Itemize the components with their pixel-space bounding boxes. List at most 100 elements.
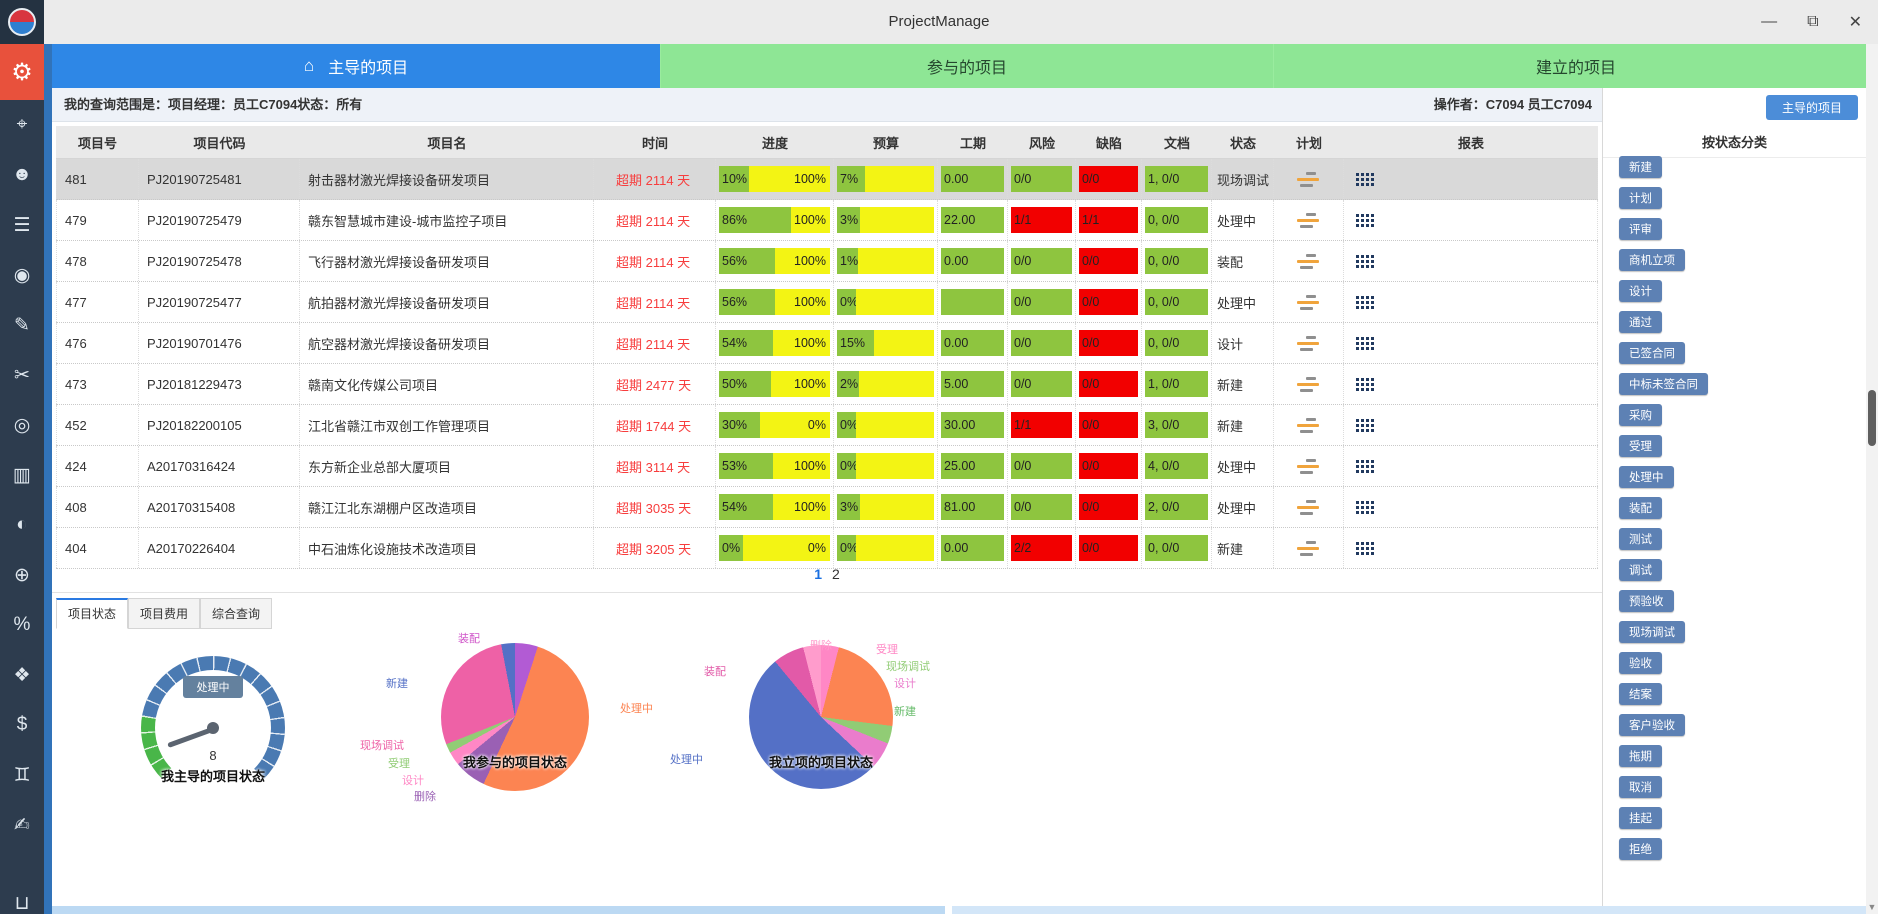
table-row[interactable]: 481PJ20190725481射击器材激光焊接设备研发项目超期 2114 天1…	[56, 159, 1598, 200]
users-icon[interactable]: ♊	[0, 750, 44, 800]
bottom-tab-2[interactable]: 综合查询	[200, 598, 272, 629]
status-filter-button[interactable]: 设计	[1619, 280, 1662, 302]
status-filter-button[interactable]: 拖期	[1619, 745, 1662, 767]
table-row[interactable]: 452PJ20182200105江北省赣江市双创工作管理项目超期 1744 天3…	[56, 405, 1598, 446]
vertical-scrollbar-thumb[interactable]	[1868, 390, 1876, 446]
status-filter-button[interactable]: 预验收	[1619, 590, 1674, 612]
report-grid-icon[interactable]	[1356, 460, 1374, 473]
status-filter-button[interactable]: 现场调试	[1619, 621, 1685, 643]
duration-cell: 30.00	[938, 405, 1008, 445]
tab-1[interactable]: 参与的项目	[660, 44, 1273, 88]
status-filter-button[interactable]: 处理中	[1619, 466, 1674, 488]
progress-cell: 56%100%	[716, 241, 834, 281]
status-filter-button[interactable]: 采购	[1619, 404, 1662, 426]
report-grid-icon[interactable]	[1356, 255, 1374, 268]
status-filter-button[interactable]: 取消	[1619, 776, 1662, 798]
risk-bar: 0/0	[1011, 166, 1072, 192]
status-filter-button[interactable]: 客户验收	[1619, 714, 1685, 736]
report-grid-icon[interactable]	[1356, 173, 1374, 186]
status-filter-button[interactable]: 结案	[1619, 683, 1662, 705]
vertical-scrollbar[interactable]: ▼	[1866, 44, 1878, 914]
risk-cell: 0/0	[1008, 446, 1076, 486]
report-grid-icon[interactable]	[1356, 296, 1374, 309]
horizontal-scrollbar-left[interactable]	[52, 906, 945, 914]
page-number[interactable]: 2	[832, 566, 840, 582]
location-pin-icon[interactable]: ⌖	[0, 100, 44, 150]
bottom-tab-1[interactable]: 项目费用	[128, 598, 200, 629]
plan-icon[interactable]	[1296, 172, 1322, 187]
list-icon[interactable]: ☰	[0, 200, 44, 250]
close-icon[interactable]: ✕	[1849, 12, 1862, 32]
library-icon[interactable]: ▥	[0, 450, 44, 500]
bottom-tab-0[interactable]: 项目状态	[56, 598, 128, 629]
app-logo[interactable]	[0, 0, 44, 44]
overdue-label: 超期 2114 天	[594, 159, 716, 199]
plan-icon[interactable]	[1296, 295, 1322, 310]
report-grid-icon[interactable]	[1356, 337, 1374, 350]
plan-icon[interactable]	[1296, 418, 1322, 433]
status-filter-button[interactable]: 受理	[1619, 435, 1662, 457]
status-filter-button[interactable]: 验收	[1619, 652, 1662, 674]
plan-icon[interactable]	[1296, 541, 1322, 556]
layers-icon[interactable]: ❖	[0, 650, 44, 700]
status-filter-button[interactable]: 评审	[1619, 218, 1662, 240]
plan-icon[interactable]	[1296, 336, 1322, 351]
table-row[interactable]: 476PJ20190701476航空器材激光焊接设备研发项目超期 2114 天5…	[56, 323, 1598, 364]
money-icon[interactable]: $	[0, 700, 44, 750]
target-icon[interactable]: ◎	[0, 400, 44, 450]
status-filter-button[interactable]: 调试	[1619, 559, 1662, 581]
status-filter-button[interactable]: 已签合同	[1619, 342, 1685, 364]
plan-icon[interactable]	[1296, 213, 1322, 228]
status-filter-button[interactable]: 挂起	[1619, 807, 1662, 829]
plan-icon[interactable]	[1296, 377, 1322, 392]
report-grid-icon[interactable]	[1356, 214, 1374, 227]
box-icon[interactable]: ⊔	[0, 878, 44, 914]
status-filter-button[interactable]: 通过	[1619, 311, 1662, 333]
minimize-icon[interactable]: —	[1761, 13, 1777, 31]
horizontal-scrollbar-right[interactable]	[952, 906, 1866, 914]
page-number[interactable]: 1	[814, 566, 822, 582]
table-row[interactable]: 477PJ20190725477航拍器材激光焊接设备研发项目超期 2114 天5…	[56, 282, 1598, 323]
plan-icon[interactable]	[1296, 500, 1322, 515]
plan-icon[interactable]	[1296, 459, 1322, 474]
tab-2[interactable]: 建立的项目	[1273, 44, 1878, 88]
column-header: 风险	[1008, 126, 1076, 158]
status-filter-button[interactable]: 测试	[1619, 528, 1662, 550]
globe-half-icon[interactable]: ◐	[0, 500, 44, 550]
edit-icon[interactable]: ✍	[0, 800, 44, 850]
report-grid-icon[interactable]	[1356, 501, 1374, 514]
status-filter-button[interactable]: 商机立项	[1619, 249, 1685, 271]
leading-projects-button[interactable]: 主导的项目	[1766, 95, 1858, 120]
project-name: 中石油炼化设施技术改造项目	[300, 528, 594, 568]
budget-cell: 3%	[834, 200, 938, 240]
status-filter-button[interactable]: 装配	[1619, 497, 1662, 519]
status-filter-button[interactable]: 拒绝	[1619, 838, 1662, 860]
status-filter-button[interactable]: 新建	[1619, 156, 1662, 178]
table-row[interactable]: 478PJ20190725478飞行器材激光焊接设备研发项目超期 2114 天5…	[56, 241, 1598, 282]
report-grid-icon[interactable]	[1356, 419, 1374, 432]
status-filter-button[interactable]: 中标未签合同	[1619, 373, 1708, 395]
user-icon[interactable]: ☻	[0, 150, 44, 200]
plan-icon[interactable]	[1296, 254, 1322, 269]
defect-bar: 0/0	[1079, 248, 1138, 274]
status-filter-button[interactable]: 计划	[1619, 187, 1662, 209]
settings-gear-icon[interactable]: ⚙	[0, 44, 44, 100]
tab-0[interactable]: ⌂主导的项目	[52, 44, 660, 88]
scroll-down-arrow[interactable]: ▼	[1866, 902, 1878, 912]
project-name: 航拍器材激光焊接设备研发项目	[300, 282, 594, 322]
defect-cell: 0/0	[1076, 159, 1142, 199]
table-row[interactable]: 404A20170226404中石油炼化设施技术改造项目超期 3205 天0%0…	[56, 528, 1598, 569]
report-grid-icon[interactable]	[1356, 542, 1374, 555]
form-edit-icon[interactable]: ✎	[0, 300, 44, 350]
table-row[interactable]: 479PJ20190725479赣东智慧城市建设-城市监控子项目超期 2114 …	[56, 200, 1598, 241]
globe-icon[interactable]: ⊕	[0, 550, 44, 600]
table-row[interactable]: 424A20170316424东方新企业总部大厦项目超期 3114 天53%10…	[56, 446, 1598, 487]
maximize-icon[interactable]: ⧉	[1807, 13, 1818, 31]
percent-icon[interactable]: %	[0, 600, 44, 650]
table-row[interactable]: 408A20170315408赣江江北东湖棚户区改造项目超期 3035 天54%…	[56, 487, 1598, 528]
user-search-icon[interactable]: ◉	[0, 250, 44, 300]
table-row[interactable]: 473PJ20181229473赣南文化传媒公司项目超期 2477 天50%10…	[56, 364, 1598, 405]
progress-bar: 56%100%	[719, 248, 830, 274]
report-grid-icon[interactable]	[1356, 378, 1374, 391]
scissors-icon[interactable]: ✂	[0, 350, 44, 400]
